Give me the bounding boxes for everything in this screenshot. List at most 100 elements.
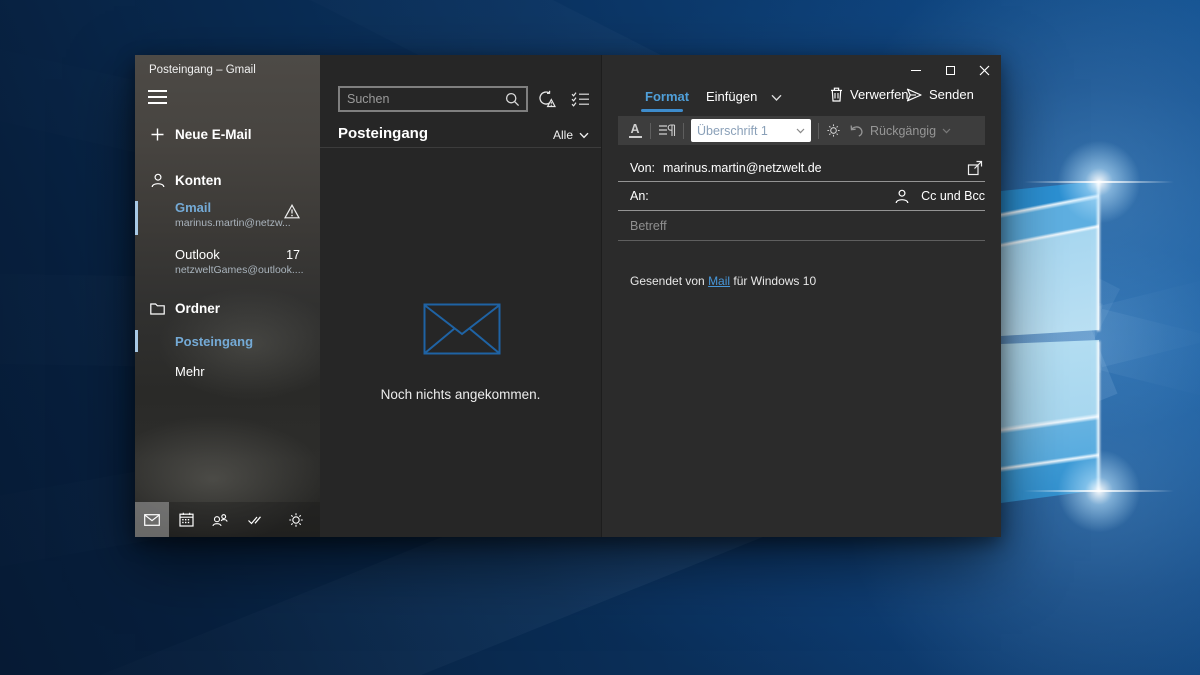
- folder-mehr[interactable]: Mehr: [135, 359, 320, 383]
- tab-format[interactable]: Format: [645, 89, 689, 104]
- undo-button[interactable]: Rückgängig: [849, 124, 951, 138]
- undo-label: Rückgängig: [870, 124, 936, 138]
- selection-mode-button[interactable]: [568, 88, 592, 110]
- minimize-icon: [911, 70, 921, 71]
- close-icon: [979, 65, 990, 76]
- empty-state-message: Noch nichts angekommen.: [320, 387, 601, 402]
- chevron-down-icon: [942, 128, 951, 134]
- font-formatting-icon: A: [630, 123, 639, 136]
- account-outlook[interactable]: Outlook 17 netzweltGames@outlook....: [135, 245, 320, 285]
- folder-label: Mehr: [175, 364, 205, 379]
- discard-button[interactable]: Verwerfen: [830, 87, 909, 102]
- sidebar-bottom-nav: [135, 502, 320, 537]
- chevron-down-icon: [579, 132, 589, 139]
- divider: [320, 147, 601, 148]
- cc-bcc-label: Cc und Bcc: [921, 189, 985, 203]
- message-body-signature[interactable]: Gesendet von Mail für Windows 10: [630, 274, 816, 288]
- folders-header-label: Ordner: [175, 301, 220, 316]
- selection-indicator: [135, 201, 138, 235]
- accounts-header-label: Konten: [175, 173, 222, 188]
- filter-dropdown[interactable]: Alle: [553, 128, 589, 142]
- person-icon: [895, 189, 909, 204]
- unread-count-badge: 17: [286, 248, 300, 262]
- light-flare-spike: [1024, 490, 1174, 492]
- style-dropdown-value: Überschrift 1: [697, 124, 796, 138]
- mail-icon: [144, 514, 160, 526]
- new-mail-label: Neue E-Mail: [175, 127, 252, 142]
- plus-icon: [149, 128, 166, 141]
- double-check-icon: [247, 514, 262, 526]
- search-box[interactable]: [338, 86, 528, 112]
- new-mail-button[interactable]: Neue E-Mail: [135, 121, 320, 147]
- account-email: marinus.martin@netzw...: [175, 217, 291, 229]
- accounts-header[interactable]: Konten: [135, 167, 320, 193]
- folder-icon: [149, 302, 166, 315]
- folder-label: Posteingang: [175, 334, 253, 349]
- close-button[interactable]: [967, 55, 1001, 85]
- style-dropdown[interactable]: Überschrift 1: [691, 119, 811, 142]
- send-label: Senden: [929, 87, 974, 102]
- open-in-new-window-button[interactable]: [967, 160, 983, 176]
- maximize-button[interactable]: [933, 55, 967, 85]
- from-field[interactable]: Von: marinus.martin@netzwelt.de: [618, 155, 985, 182]
- tab-einfuegen[interactable]: Einfügen: [706, 89, 757, 104]
- popout-icon: [967, 160, 983, 176]
- nav-mail-button[interactable]: [135, 502, 169, 537]
- mail-app-window: Posteingang – Gmail Neue E-Mail Konten G…: [135, 55, 1001, 537]
- empty-state-envelope-icon: [423, 303, 501, 355]
- window-controls: [899, 55, 1001, 85]
- nav-settings-button[interactable]: [279, 502, 313, 537]
- subject-field[interactable]: Betreff: [618, 211, 985, 241]
- compose-command-bar: Format Einfügen Verwerfen Senden: [602, 85, 1001, 113]
- send-icon: [906, 88, 922, 102]
- gear-icon: [288, 512, 304, 528]
- message-list-pane: Posteingang Alle Noch nichts angekommen.: [320, 55, 601, 537]
- paragraph-icon: [658, 124, 676, 137]
- window-title: Posteingang – Gmail: [149, 64, 256, 76]
- divider: [818, 123, 819, 139]
- desktop-wallpaper: Posteingang – Gmail Neue E-Mail Konten G…: [0, 0, 1200, 675]
- person-icon: [149, 173, 166, 188]
- nav-people-button[interactable]: [203, 502, 237, 537]
- signature-prefix: Gesendet von: [630, 274, 708, 288]
- list-pane-title: Posteingang: [338, 125, 428, 142]
- account-name: Gmail: [175, 200, 211, 215]
- account-email: netzweltGames@outlook....: [175, 264, 304, 276]
- signature-suffix: für Windows 10: [730, 274, 816, 288]
- light-beam: [1088, 275, 1200, 367]
- selection-indicator: [135, 330, 138, 352]
- cc-bcc-button[interactable]: Cc und Bcc: [895, 189, 985, 204]
- nav-calendar-button[interactable]: [169, 502, 203, 537]
- sync-error-button[interactable]: [535, 88, 559, 110]
- search-input[interactable]: [340, 92, 505, 106]
- account-gmail[interactable]: Gmail marinus.martin@netzw...: [135, 198, 320, 238]
- minimize-button[interactable]: [899, 55, 933, 85]
- warning-icon: [284, 204, 300, 219]
- signature-link[interactable]: Mail: [708, 274, 730, 288]
- from-value: marinus.martin@netzwelt.de: [663, 161, 822, 175]
- gear-icon: [826, 123, 841, 138]
- paragraph-formatting-button[interactable]: [658, 124, 676, 137]
- hamburger-menu-icon[interactable]: [148, 90, 167, 105]
- format-options-button[interactable]: [826, 123, 841, 138]
- undo-icon: [849, 124, 864, 137]
- send-button[interactable]: Senden: [906, 87, 974, 102]
- from-label: Von:: [630, 161, 655, 175]
- tabs-overflow-button[interactable]: [771, 94, 782, 102]
- nav-todo-button[interactable]: [237, 502, 271, 537]
- font-formatting-button[interactable]: A: [627, 123, 643, 139]
- formatting-toolbar: A Überschrift 1 Rückgä: [618, 116, 985, 145]
- search-icon: [505, 92, 520, 107]
- subject-placeholder: Betreff: [630, 219, 667, 233]
- sidebar: Posteingang – Gmail Neue E-Mail Konten G…: [135, 55, 320, 537]
- to-label: An:: [630, 189, 649, 203]
- trash-icon: [830, 87, 843, 102]
- checklist-icon: [571, 91, 590, 107]
- sync-error-icon: [537, 90, 558, 109]
- folder-posteingang[interactable]: Posteingang: [135, 329, 320, 353]
- calendar-icon: [179, 512, 194, 527]
- chevron-down-icon: [771, 94, 782, 102]
- to-field[interactable]: An: Cc und Bcc: [618, 182, 985, 211]
- divider: [683, 123, 684, 139]
- folders-header[interactable]: Ordner: [135, 295, 320, 321]
